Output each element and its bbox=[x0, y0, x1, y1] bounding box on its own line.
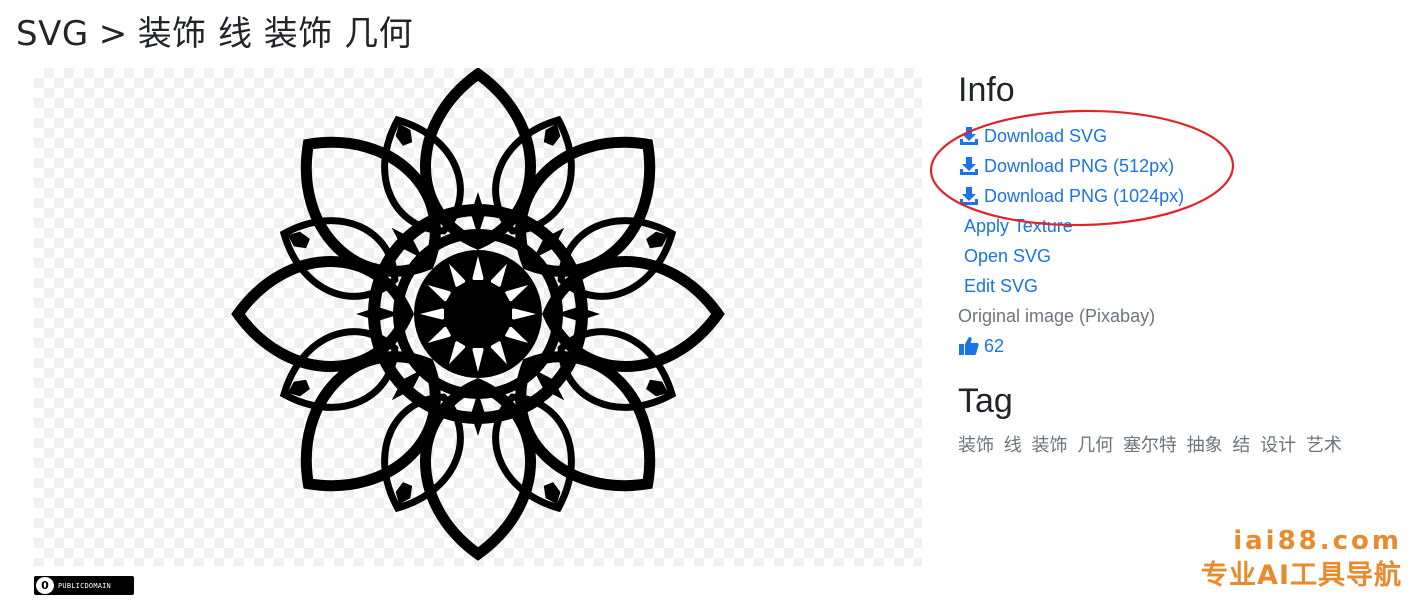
apply-texture-link[interactable]: Apply Texture bbox=[958, 211, 1398, 241]
download-svg-link[interactable]: Download SVG bbox=[958, 121, 1398, 151]
download-png-512-link[interactable]: Download PNG (512px) bbox=[958, 151, 1398, 181]
tag-item[interactable]: 艺术 bbox=[1306, 435, 1342, 456]
tag-item[interactable]: 结 bbox=[1232, 435, 1250, 456]
tag-item[interactable]: 装饰 bbox=[958, 435, 994, 456]
breadcrumb-current: 装饰 线 装饰 几何 bbox=[137, 14, 414, 54]
page: SVG > 装饰 线 装饰 几何 0 PUBLICDOMAIN Info Dow… bbox=[0, 0, 1414, 604]
tag-item[interactable]: 几何 bbox=[1077, 435, 1113, 456]
download-icon bbox=[958, 185, 980, 207]
breadcrumb: SVG > 装饰 线 装饰 几何 bbox=[16, 6, 413, 55]
tag-item[interactable]: 线 bbox=[1004, 435, 1022, 456]
info-sidebar: Info Download SVG Download PNG (512px) D… bbox=[958, 70, 1398, 457]
breadcrumb-root-link[interactable]: SVG bbox=[16, 14, 89, 54]
tag-heading: Tag bbox=[958, 382, 1013, 420]
edit-svg-link[interactable]: Edit SVG bbox=[958, 271, 1398, 301]
tag-list: 装饰 线 装饰 几何 塞尔特 抽象 结 设计 艺术 bbox=[958, 431, 1398, 457]
info-heading: Info bbox=[958, 71, 1015, 109]
watermark-domain: iai88.com bbox=[1233, 526, 1402, 556]
watermark-slogan: 专业AI工具导航 bbox=[1201, 560, 1402, 591]
celtic-knot-mandala-image bbox=[231, 68, 725, 561]
open-svg-link[interactable]: Open SVG bbox=[958, 241, 1398, 271]
download-icon bbox=[958, 125, 980, 147]
image-preview bbox=[34, 68, 922, 566]
tag-item[interactable]: 抽象 bbox=[1187, 435, 1223, 456]
thumbs-up-icon bbox=[958, 335, 980, 357]
tag-item[interactable]: 塞尔特 bbox=[1123, 435, 1177, 456]
public-domain-badge[interactable]: 0 PUBLICDOMAIN bbox=[34, 576, 134, 595]
cc-icon: 0 bbox=[36, 577, 54, 594]
download-png-1024-link[interactable]: Download PNG (1024px) bbox=[958, 181, 1398, 211]
like-count: 62 bbox=[984, 335, 1005, 356]
site-watermark: iai88.com 专业AI工具导航 bbox=[1201, 524, 1402, 594]
tag-item[interactable]: 设计 bbox=[1260, 435, 1296, 456]
original-image-source: Original image (Pixabay) bbox=[958, 305, 1156, 326]
download-icon bbox=[958, 155, 980, 177]
info-links: Download SVG Download PNG (512px) Downlo… bbox=[958, 121, 1398, 361]
breadcrumb-separator: > bbox=[98, 14, 128, 54]
tag-item[interactable]: 装饰 bbox=[1031, 435, 1067, 456]
like-button[interactable]: 62 bbox=[958, 331, 1398, 361]
license-label: PUBLICDOMAIN bbox=[58, 581, 111, 590]
